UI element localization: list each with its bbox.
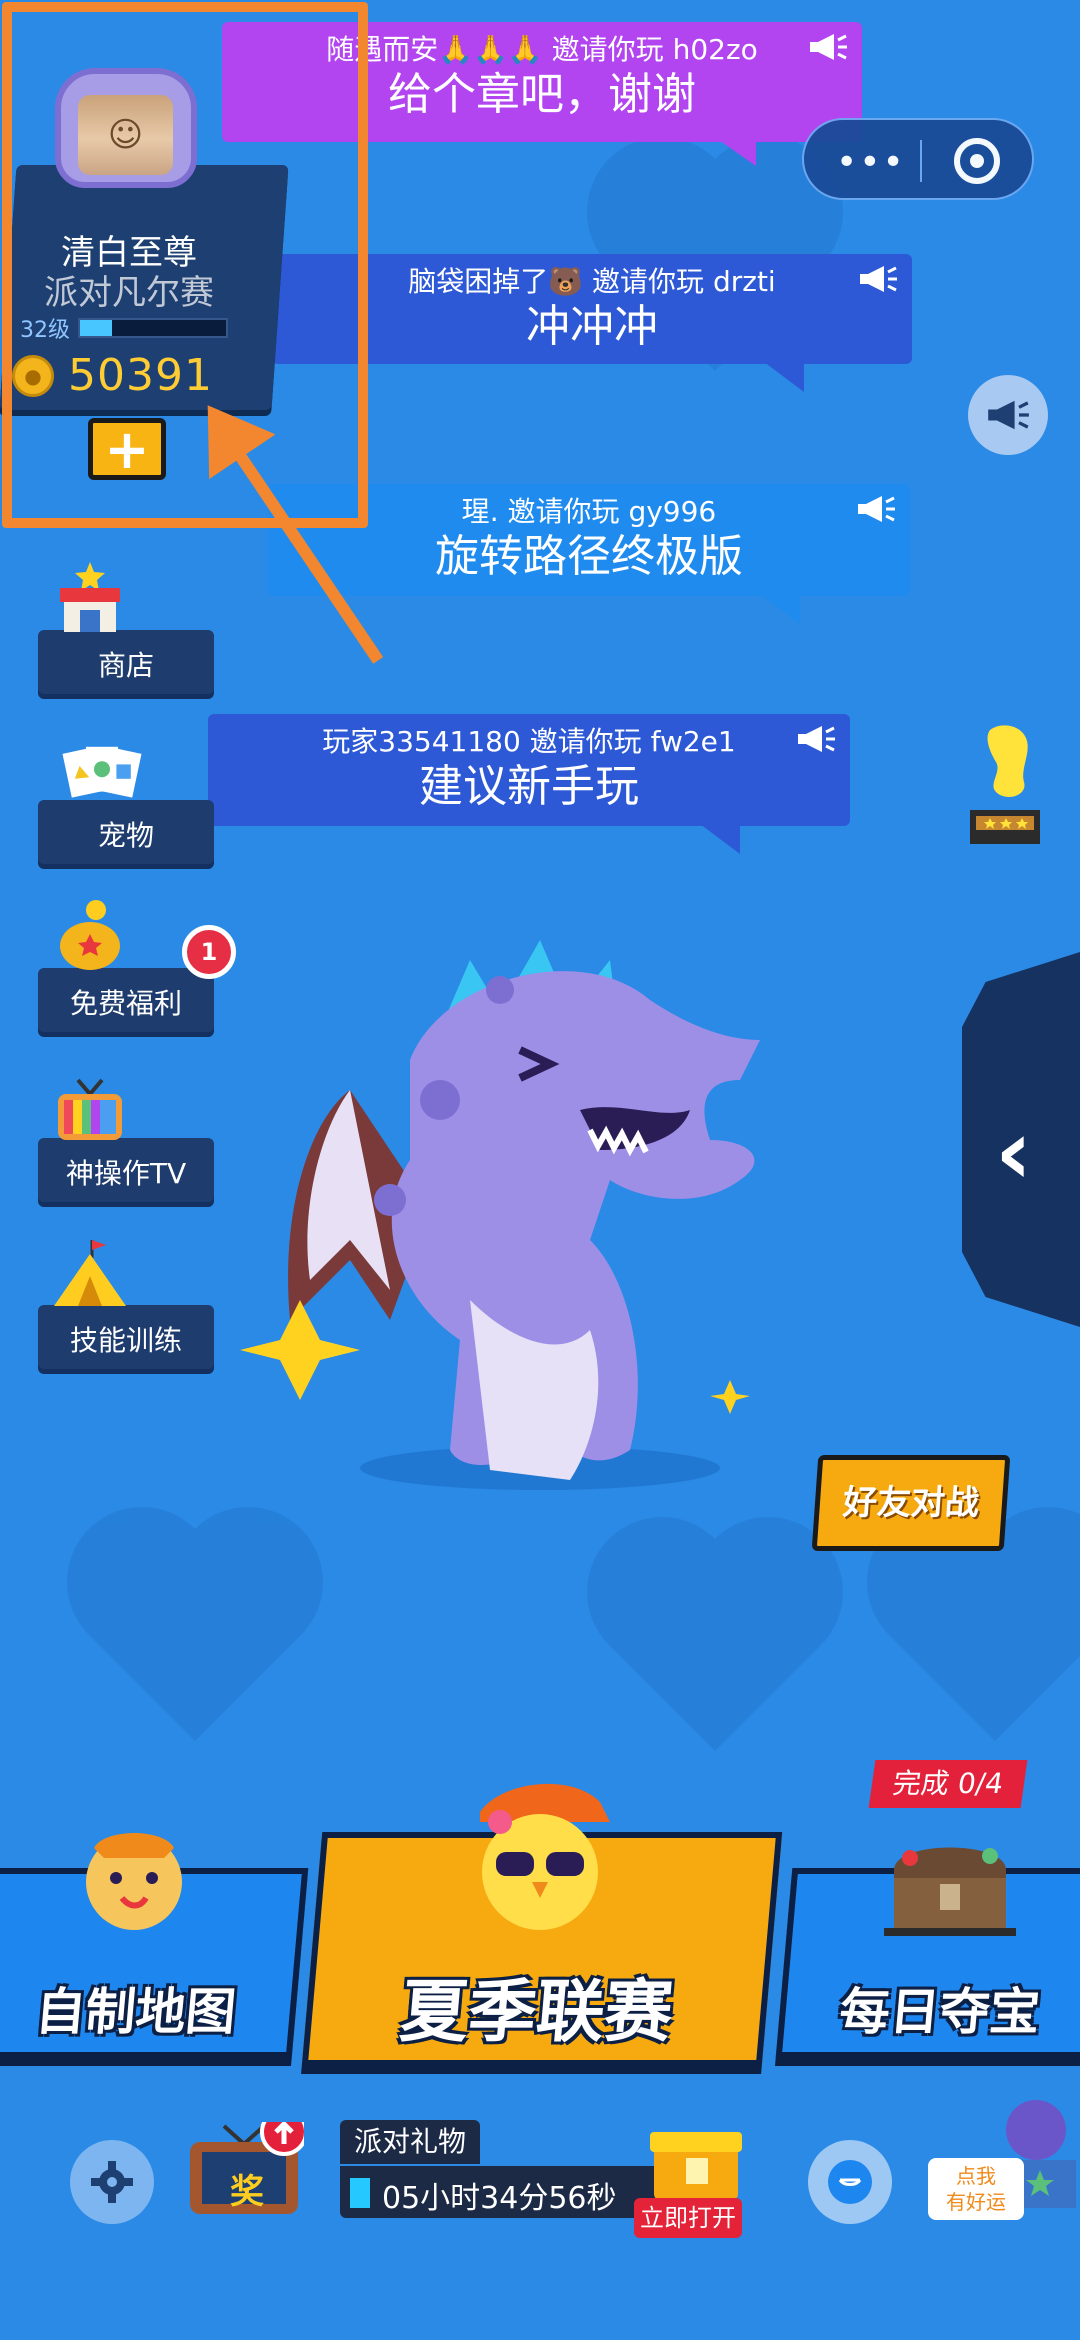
reward-label: 奖 [230, 2172, 264, 2212]
menu-item-skill-training[interactable]: 技能训练 [38, 1305, 214, 1369]
summer-league-label: 夏季联赛 [396, 1973, 676, 2052]
chevron-left-icon[interactable]: ‹ [995, 1100, 1032, 1205]
megaphone-icon [858, 496, 895, 522]
tent-icon [54, 1240, 126, 1306]
banner-invite-text: 玩家33541180 邀请你玩 fw2e1 [322, 725, 736, 758]
more-menu-button[interactable]: ••• [836, 142, 906, 183]
banner-room-name: 建议新手玩 [419, 761, 639, 812]
room-invite-banner[interactable]: 玩家33541180 邀请你玩 fw2e1 建议新手玩 [208, 714, 850, 826]
shop-icon [60, 562, 120, 632]
menu-item-shop[interactable]: 商店 [38, 630, 214, 694]
daily-treasure-label: 每日夺宝 [837, 1983, 1043, 2041]
settings-button[interactable] [70, 2140, 154, 2224]
menu-item-label: 宠物 [97, 819, 154, 852]
lucky-bubble[interactable]: 点我 有好运 [928, 2158, 1024, 2220]
megaphone-icon [798, 726, 835, 752]
tv-icon [58, 1078, 122, 1140]
megaphone-icon [860, 266, 897, 292]
close-program-button[interactable] [954, 138, 1000, 184]
gift-box-icon [650, 2132, 742, 2200]
menu-item-label: 免费福利 [69, 987, 182, 1020]
dragon-mascot-illustration [240, 940, 760, 1490]
megaphone-icon [810, 34, 847, 60]
banner-tail [760, 594, 800, 624]
task-progress-badge: 完成 0/4 [868, 1760, 1028, 1808]
banner-tail [764, 362, 804, 392]
friend-battle-button[interactable]: 好友对战 [811, 1455, 1011, 1551]
banner-tail [716, 138, 756, 166]
custom-map-label: 自制地图 [33, 1983, 239, 2041]
chat-bubble-icon [828, 2160, 872, 2204]
mini-program-capsule: ••• [802, 118, 1034, 200]
lucky-text-line2: 有好运 [946, 2190, 1006, 2214]
open-now-button[interactable]: 立即打开 [634, 2198, 742, 2238]
lucky-text-line1: 点我 [956, 2164, 996, 2188]
gift-timer-box: 05小时34分56秒 [340, 2166, 660, 2218]
capsule-divider [920, 140, 922, 182]
menu-item-label: 商店 [97, 649, 154, 682]
tiger-character-icon [86, 1833, 182, 1930]
background-heart-decor [888, 1528, 1080, 1742]
free-benefits-badge: 1 [182, 925, 236, 979]
announcement-button[interactable] [968, 375, 1048, 455]
banner-room-name: 冲冲冲 [526, 301, 658, 352]
background-heart-decor [88, 1528, 302, 1742]
banner-room-name: 旋转路径终极版 [435, 531, 743, 582]
megaphone-icon [988, 400, 1029, 430]
reward-tv-button[interactable]: 奖 [184, 2108, 308, 2222]
gear-icon [91, 2161, 133, 2203]
bird-character-icon [480, 1783, 610, 1930]
banner-invite-text: 脑袋困掉了🐻 邀请你玩 drzti [408, 265, 776, 298]
trophy-icon[interactable] [960, 720, 1050, 850]
gift-title: 派对礼物 [340, 2120, 481, 2164]
highlight-box [2, 2, 368, 528]
party-gift-panel[interactable]: 派对礼物 05小时34分56秒 [340, 2120, 660, 2222]
menu-item-label: 神操作TV [65, 1157, 187, 1190]
banner-tail [700, 824, 740, 854]
background-heart-decor [608, 1538, 822, 1752]
room-invite-banner[interactable]: 脑袋困掉了🐻 邀请你玩 drzti 冲冲冲 [272, 254, 912, 364]
banner-invite-text: 瑆. 邀请你玩 gy996 [461, 495, 717, 528]
treasure-chest-icon [884, 1847, 1016, 1936]
piggy-bank-icon [60, 900, 120, 970]
gift-countdown: 05小时34分56秒 [382, 2181, 617, 2216]
pet-cards-icon [62, 746, 142, 798]
menu-item-label: 技能训练 [69, 1324, 182, 1357]
timer-indicator [350, 2178, 370, 2208]
menu-item-free-benefits[interactable]: 免费福利 [38, 968, 214, 1032]
chat-button[interactable] [808, 2140, 892, 2224]
